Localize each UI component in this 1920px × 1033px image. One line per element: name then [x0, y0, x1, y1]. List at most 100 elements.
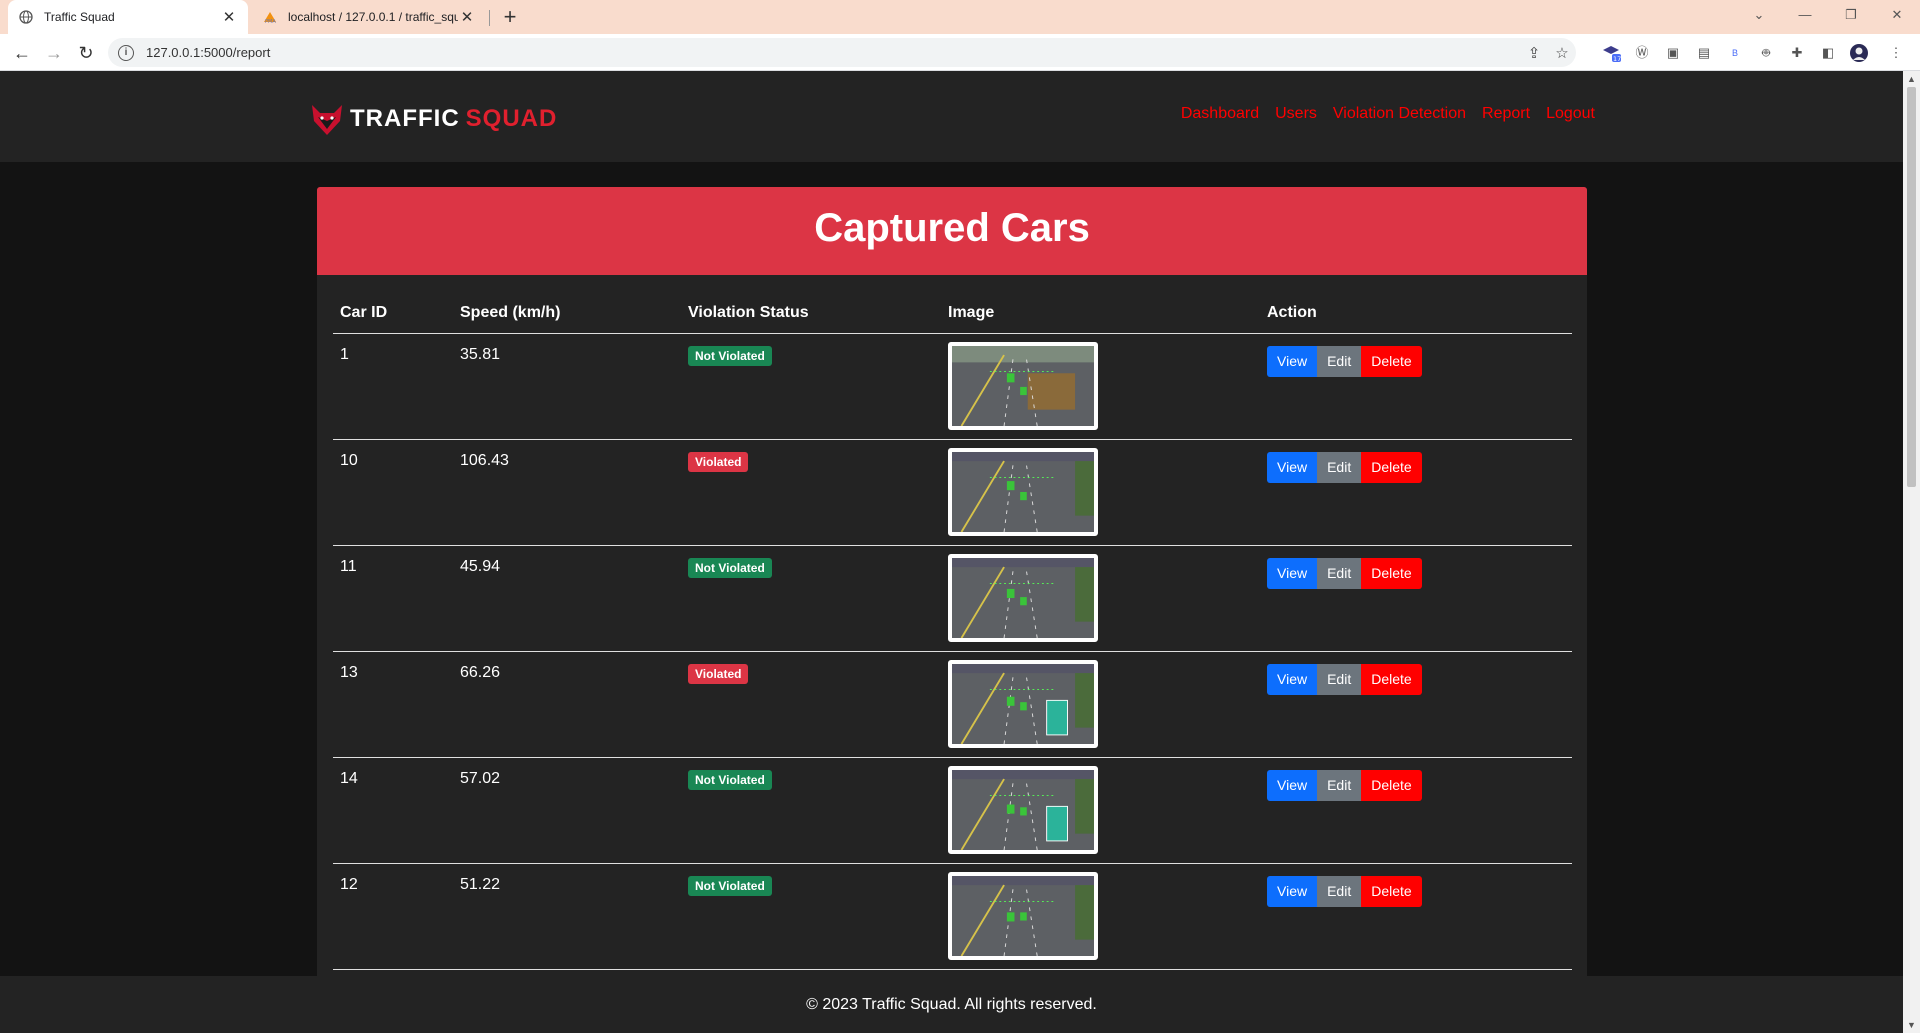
edit-button[interactable]: Edit — [1317, 557, 1362, 589]
page-scrollbar[interactable]: ▲ ▼ — [1903, 71, 1920, 1033]
cell-status: Not Violated — [681, 545, 941, 652]
extension-screen-icon[interactable]: ▤ — [1694, 43, 1714, 63]
status-badge: Violated — [688, 663, 749, 684]
address-bar[interactable]: i 127.0.0.1:5000/report ⇪ ☆ — [108, 38, 1576, 67]
table-row: 1 35.81 Not Violated View Edit Delete — [333, 333, 1572, 440]
site-footer: © 2023 Traffic Squad. All rights reserve… — [0, 976, 1903, 1033]
action-button-group: View Edit Delete — [1267, 875, 1422, 907]
new-tab-button[interactable]: + — [498, 4, 522, 30]
browser-tab-bar: Traffic Squad ✕ PMA localhost / 127.0.0.… — [0, 0, 1920, 34]
close-icon[interactable]: ✕ — [458, 8, 476, 26]
col-violation-status: Violation Status — [681, 293, 941, 334]
scrollbar-thumb[interactable] — [1907, 87, 1916, 487]
url-text: 127.0.0.1:5000/report — [146, 45, 271, 60]
car-capture-thumbnail[interactable] — [948, 447, 1098, 536]
nav-report[interactable]: Report — [1482, 105, 1530, 123]
minimize-button[interactable]: — — [1782, 0, 1828, 30]
delete-button[interactable]: Delete — [1361, 663, 1422, 695]
table-row: 14 57.02 Not Violated View Edit Delete — [333, 757, 1572, 864]
edit-button[interactable]: Edit — [1317, 875, 1362, 907]
edit-button[interactable]: Edit — [1317, 769, 1362, 801]
car-capture-thumbnail[interactable] — [948, 341, 1098, 430]
nav-dashboard[interactable]: Dashboard — [1181, 105, 1259, 123]
reload-icon[interactable]: ↻ — [72, 39, 100, 67]
page-title: Captured Cars — [814, 206, 1090, 250]
status-badge: Not Violated — [688, 875, 772, 896]
edit-button[interactable]: Edit — [1317, 345, 1362, 377]
cell-speed: 35.81 — [453, 333, 681, 440]
nav-logout[interactable]: Logout — [1546, 105, 1595, 123]
delete-button[interactable]: Delete — [1361, 875, 1422, 907]
cell-actions: View Edit Delete — [1260, 333, 1572, 440]
delete-button[interactable]: Delete — [1361, 769, 1422, 801]
action-button-group: View Edit Delete — [1267, 345, 1422, 377]
tab-phpmyadmin[interactable]: PMA localhost / 127.0.0.1 / traffic_squ … — [252, 0, 486, 34]
cell-status: Violated — [681, 439, 941, 546]
view-button[interactable]: View — [1267, 345, 1318, 377]
action-button-group: View Edit Delete — [1267, 451, 1422, 483]
action-button-group: View Edit Delete — [1267, 557, 1422, 589]
close-window-button[interactable]: ✕ — [1874, 0, 1920, 30]
close-icon[interactable]: ✕ — [220, 8, 238, 26]
cell-actions: View Edit Delete — [1260, 863, 1572, 970]
table-row: 13 66.26 Violated View Edit Delete — [333, 651, 1572, 758]
scroll-up-icon[interactable]: ▲ — [1903, 71, 1920, 87]
tab-traffic-squad[interactable]: Traffic Squad ✕ — [8, 0, 248, 34]
restore-button[interactable]: ❐ — [1828, 0, 1874, 30]
car-capture-thumbnail[interactable] — [948, 659, 1098, 748]
site-logo[interactable]: TRAFFIC SQUAD — [310, 99, 557, 139]
nav-violation-detection[interactable]: Violation Detection — [1333, 105, 1466, 123]
robot-icon[interactable]: 🤖︎ — [1756, 43, 1776, 63]
globe-icon — [18, 9, 34, 25]
kebab-menu-icon[interactable]: ⋮ — [1886, 43, 1906, 63]
extension-k-icon[interactable]: ▣ — [1663, 43, 1683, 63]
status-badge: Not Violated — [688, 557, 772, 578]
delete-button[interactable]: Delete — [1361, 451, 1422, 483]
table-row: 10 106.43 Violated View Edit Delete — [333, 439, 1572, 546]
col-car-id: Car ID — [333, 293, 453, 334]
extension-b-icon[interactable]: B — [1725, 43, 1745, 63]
cell-speed: 45.94 — [453, 545, 681, 652]
edit-button[interactable]: Edit — [1317, 451, 1362, 483]
cell-car-id: 1 — [333, 333, 453, 440]
table-header-row: Car ID Speed (km/h) Violation Status Ima… — [333, 293, 1572, 334]
captured-cars-table: Car ID Speed (km/h) Violation Status Ima… — [333, 293, 1572, 970]
cell-image — [941, 439, 1260, 546]
page-viewport: TRAFFIC SQUAD Dashboard Users Violation … — [0, 71, 1903, 1033]
chevron-down-icon[interactable]: ⌄ — [1736, 0, 1782, 30]
puzzle-icon[interactable]: ✚ — [1787, 43, 1807, 63]
view-button[interactable]: View — [1267, 663, 1318, 695]
view-button[interactable]: View — [1267, 875, 1318, 907]
svg-text:PMA: PMA — [265, 19, 276, 24]
delete-button[interactable]: Delete — [1361, 557, 1422, 589]
nav-users[interactable]: Users — [1275, 105, 1317, 123]
view-button[interactable]: View — [1267, 557, 1318, 589]
phpmyadmin-icon: PMA — [262, 9, 278, 25]
car-capture-thumbnail[interactable] — [948, 765, 1098, 854]
car-capture-thumbnail[interactable] — [948, 871, 1098, 960]
forward-icon[interactable]: → — [40, 39, 68, 67]
sidepanel-icon[interactable]: ◧ — [1818, 43, 1838, 63]
cell-status: Not Violated — [681, 863, 941, 970]
browser-toolbar: ← → ↻ i 127.0.0.1:5000/report ⇪ ☆ 17 Ⓦ ▣… — [0, 34, 1920, 71]
brand-name-part2: SQUAD — [465, 105, 558, 132]
cell-car-id: 14 — [333, 757, 453, 864]
wordpress-icon[interactable]: Ⓦ — [1632, 43, 1652, 63]
col-speed: Speed (km/h) — [453, 293, 681, 334]
graduation-cap-icon[interactable]: 17 — [1601, 43, 1621, 63]
back-icon[interactable]: ← — [8, 39, 36, 67]
scroll-down-icon[interactable]: ▼ — [1903, 1017, 1920, 1033]
edit-button[interactable]: Edit — [1317, 663, 1362, 695]
star-icon[interactable]: ☆ — [1548, 44, 1576, 62]
car-capture-thumbnail[interactable] — [948, 553, 1098, 642]
view-button[interactable]: View — [1267, 451, 1318, 483]
share-icon[interactable]: ⇪ — [1520, 44, 1548, 62]
report-card: Captured Cars Car ID Speed (km/h) Violat… — [317, 187, 1587, 1033]
avatar[interactable] — [1849, 43, 1869, 63]
tab-divider — [489, 10, 490, 26]
delete-button[interactable]: Delete — [1361, 345, 1422, 377]
info-icon[interactable]: i — [118, 44, 134, 61]
view-button[interactable]: View — [1267, 769, 1318, 801]
cell-image — [941, 651, 1260, 758]
tab-title: localhost / 127.0.0.1 / traffic_squ — [288, 10, 458, 24]
